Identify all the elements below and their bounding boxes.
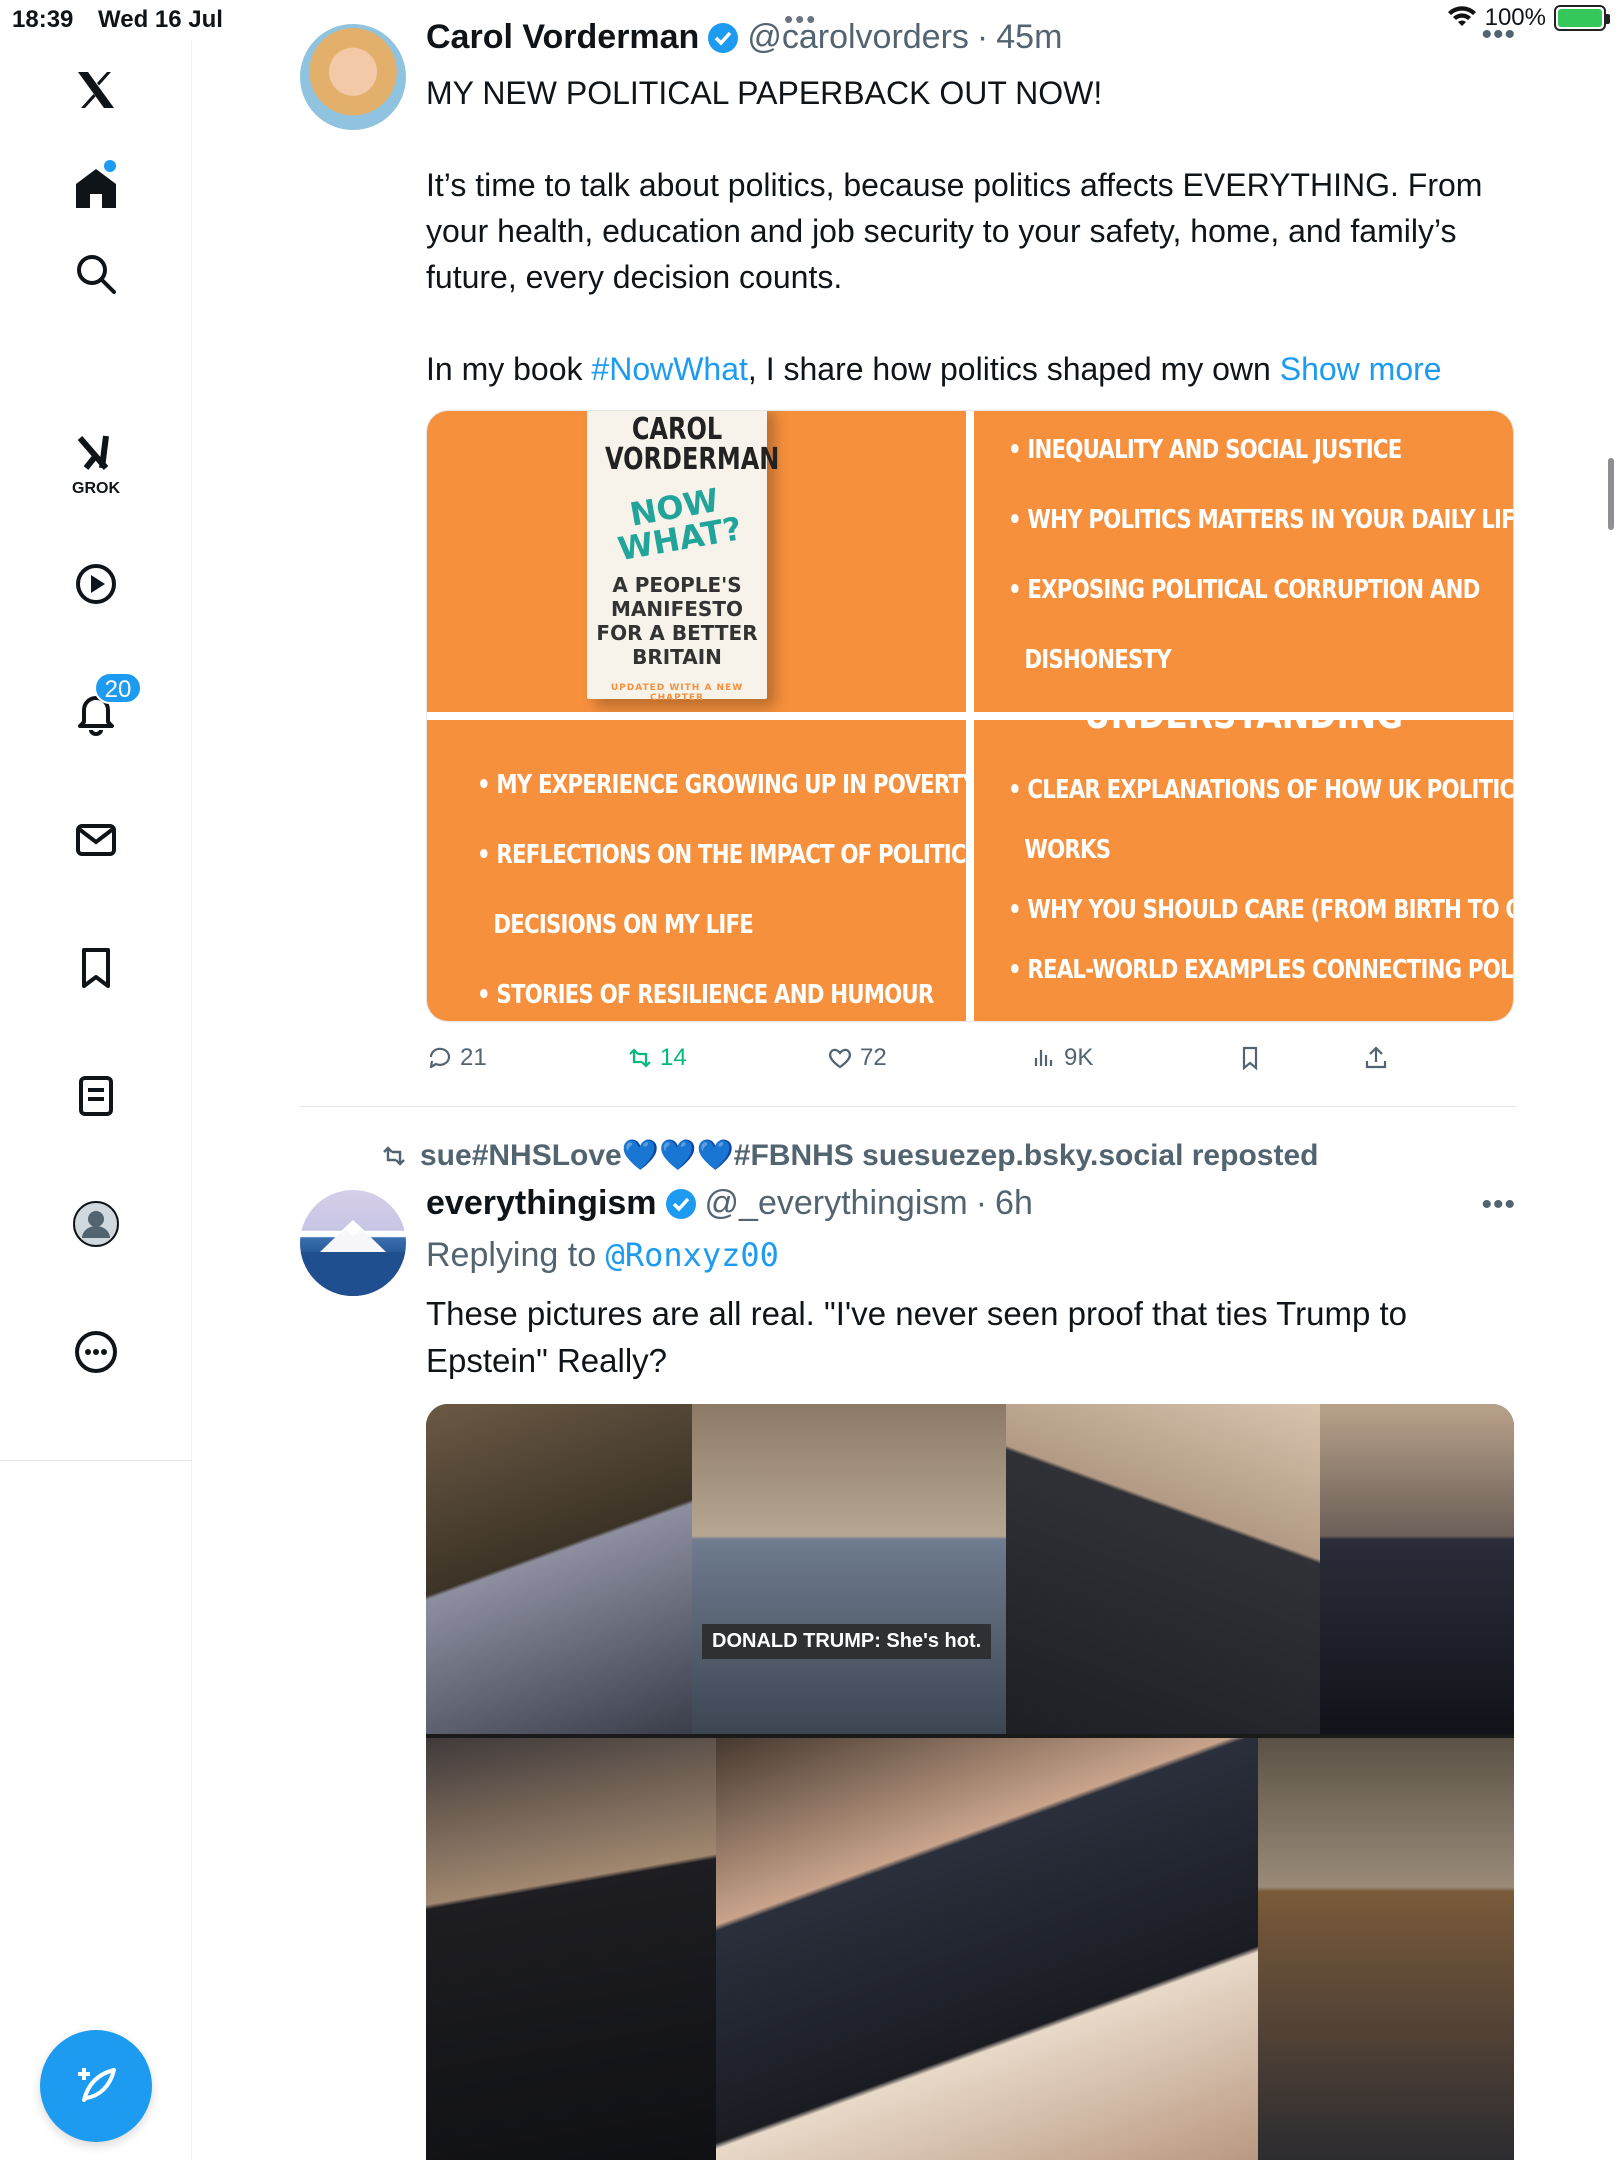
sidebar-divider [0, 1460, 192, 1461]
sidebar-nav: GROK 20 [0, 40, 192, 2160]
messages-icon[interactable] [56, 800, 136, 880]
replying-to-label: Replying to [426, 1236, 606, 1274]
grok-label: GROK [72, 480, 120, 497]
photo-3[interactable] [1006, 1404, 1320, 1734]
avatar[interactable] [300, 1190, 406, 1296]
photo-7[interactable] [1258, 1738, 1514, 2160]
status-date: Wed 16 Jul [98, 6, 223, 33]
home-unread-dot [104, 160, 116, 172]
bookmarks-icon[interactable] [56, 928, 136, 1008]
photo-6[interactable] [716, 1738, 1258, 2160]
more-icon[interactable] [56, 1312, 136, 1392]
verified-badge-icon [665, 1188, 696, 1219]
replying-to-handle[interactable]: @Ronxyz00 [606, 1236, 779, 1274]
photo-2[interactable]: DONALD TRUMP: She's hot. [692, 1404, 1006, 1734]
grok-icon[interactable]: GROK [56, 420, 136, 500]
photo-1[interactable] [426, 1404, 692, 1734]
tweet-header: everythingism @_everythingism · 6h [426, 1184, 1033, 1223]
replying-to: Replying to @Ronxyz00 [426, 1232, 1516, 1278]
photo-caption: DONALD TRUMP: She's hot. [702, 1624, 992, 1659]
video-icon[interactable] [56, 544, 136, 624]
compose-feather-icon [78, 2068, 116, 2102]
author-handle[interactable]: @_everythingism [705, 1184, 968, 1223]
battery-icon [1554, 5, 1610, 31]
tweet-everythingism[interactable]: everythingism @_everythingism · 6h ••• R… [300, 0, 1516, 2160]
home-icon[interactable] [56, 148, 136, 228]
status-time: 18:39 [12, 6, 74, 33]
author-name[interactable]: everythingism [426, 1184, 657, 1223]
battery-level [1558, 9, 1602, 27]
lists-icon[interactable] [56, 1056, 136, 1136]
compose-button[interactable] [40, 2030, 152, 2142]
scrollbar-thumb[interactable] [1608, 458, 1614, 530]
notifications-badge: 20 [94, 672, 142, 704]
tweet-body: These pictures are all real. "I've never… [426, 1295, 1407, 1379]
photo-4[interactable] [1320, 1404, 1514, 1734]
x-logo-icon[interactable] [56, 50, 136, 130]
mountain-image [300, 1220, 406, 1296]
profile-icon[interactable] [56, 1184, 136, 1264]
notifications-icon[interactable]: 20 [56, 672, 142, 752]
tweet-time[interactable]: 6h [995, 1184, 1033, 1223]
tweet-photo-collage[interactable]: DONALD TRUMP: She's hot. [426, 1404, 1514, 2160]
photo-5[interactable] [426, 1738, 716, 2160]
search-icon[interactable] [56, 234, 136, 314]
dot-separator: · [975, 1184, 988, 1222]
tweet-more-icon[interactable]: ••• [1481, 1188, 1516, 1222]
